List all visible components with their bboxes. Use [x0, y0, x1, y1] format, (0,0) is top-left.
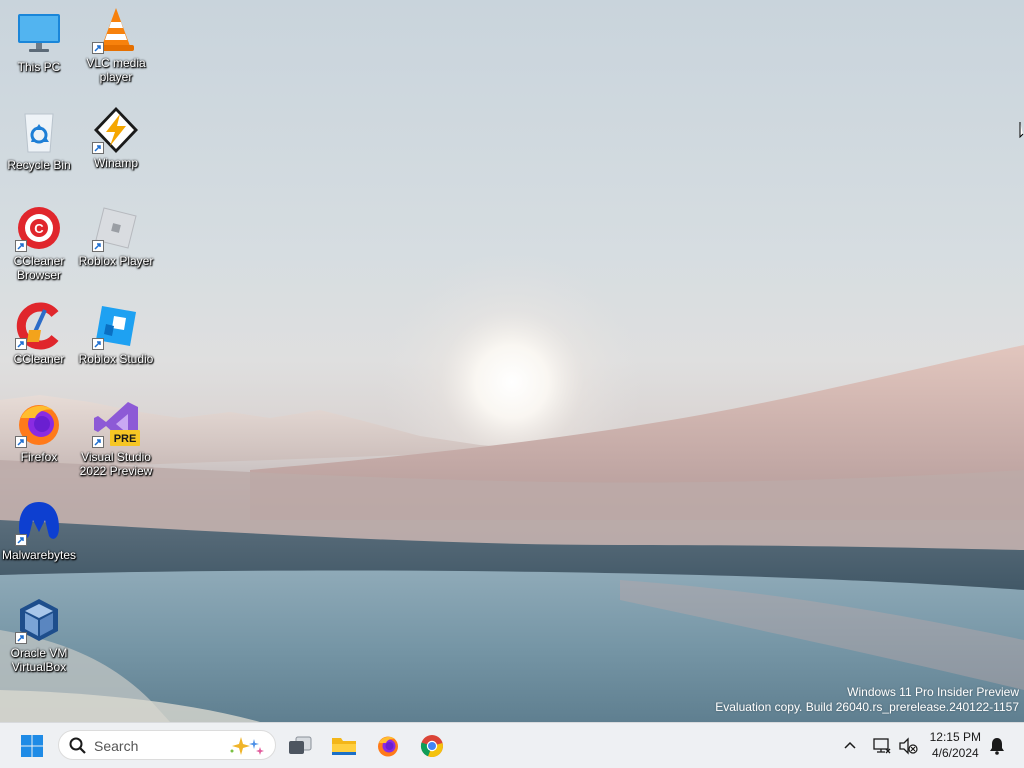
system-clock[interactable]: 12:15 PM 4/6/2024: [930, 729, 981, 761]
shortcut-arrow-icon: [92, 42, 104, 54]
roblox-studio-icon: [92, 302, 140, 350]
desktop-icon-ccleaner[interactable]: CCleaner: [0, 302, 78, 366]
mouse-cursor-icon: [1019, 122, 1024, 139]
folder-icon: [332, 738, 356, 755]
desktop-icon-malwarebytes[interactable]: Malwarebytes: [0, 498, 78, 562]
desktop-icon-label: Oracle VM VirtualBox: [10, 646, 68, 674]
firefox-icon: [15, 400, 63, 448]
desktop-icon-roblox-player[interactable]: Roblox Player: [77, 204, 155, 268]
start-button[interactable]: [14, 728, 50, 764]
ccleaner-icon: [15, 302, 63, 350]
malwarebytes-icon: [15, 498, 63, 546]
firefox-icon: [378, 736, 398, 757]
desktop-icon-label: Winamp: [93, 156, 138, 170]
taskbar: Search 12:15 PM 4/6/2024: [0, 722, 1024, 768]
desktop-icon-recycle-bin[interactable]: Recycle Bin: [0, 108, 78, 172]
search-placeholder: Search: [94, 738, 139, 754]
shortcut-arrow-icon: [15, 436, 27, 448]
shortcut-arrow-icon: [15, 632, 27, 644]
watermark-line-build: Evaluation copy. Build 26040.rs_prerelea…: [715, 700, 1019, 714]
shortcut-arrow-icon: [15, 338, 27, 350]
shortcut-arrow-icon: [92, 338, 104, 350]
shortcut-arrow-icon: [92, 240, 104, 252]
recycle-bin-icon: [15, 108, 63, 156]
visual-studio-icon: PRE: [92, 400, 140, 448]
network-disconnected-icon: [873, 738, 891, 754]
evaluation-watermark: Windows 11 Pro Insider Preview Evaluatio…: [715, 685, 1019, 715]
desktop-icon-this-pc[interactable]: This PC: [0, 10, 78, 74]
desktop-icon-label: Malwarebytes: [1, 548, 77, 562]
taskbar-chrome-button[interactable]: [414, 728, 450, 764]
monitor-icon: [15, 10, 63, 58]
chevron-up-icon: [844, 741, 856, 749]
desktop-icon-visual-studio[interactable]: PRE Visual Studio 2022 Preview: [77, 400, 155, 478]
desktop-icon-label: CCleaner Browser: [13, 254, 65, 282]
roblox-player-icon: [92, 204, 140, 252]
svg-text:C: C: [34, 221, 44, 236]
desktop-icon-winamp[interactable]: Winamp: [77, 106, 155, 170]
desktop-icon-label: This PC: [17, 60, 61, 74]
task-view-button[interactable]: [282, 728, 318, 764]
desktop-icon-label: VLC media player: [86, 56, 146, 84]
taskbar-search-box[interactable]: Search: [58, 730, 276, 760]
windows-logo-icon: [21, 735, 43, 757]
desktop-icon-ccleaner-browser[interactable]: C CCleaner Browser: [0, 204, 78, 282]
file-explorer-button[interactable]: [326, 728, 362, 764]
volume-muted-icon: [899, 737, 918, 755]
clock-time: 12:15 PM: [929, 730, 981, 744]
desktop-icon-virtualbox[interactable]: Oracle VM VirtualBox: [0, 596, 78, 674]
shortcut-arrow-icon: [92, 436, 104, 448]
taskbar-firefox-button[interactable]: [370, 728, 406, 764]
shortcut-arrow-icon: [92, 142, 104, 154]
clock-date: 4/6/2024: [931, 746, 979, 760]
virtualbox-cube-icon: [15, 596, 63, 644]
vlc-cone-icon: [92, 6, 140, 54]
desktop-icon-label: Roblox Studio: [78, 352, 154, 366]
desktop-icon-label: CCleaner: [13, 352, 65, 366]
desktop-icon-label: Visual Studio 2022 Preview: [79, 450, 153, 478]
shortcut-arrow-icon: [15, 534, 27, 546]
chrome-icon: [420, 735, 443, 758]
winamp-bolt-icon: [92, 106, 140, 154]
bell-icon: [990, 738, 1004, 755]
desktop-icon-roblox-studio[interactable]: Roblox Studio: [77, 302, 155, 366]
shortcut-arrow-icon: [15, 240, 27, 252]
volume-button[interactable]: [892, 728, 924, 764]
ccleaner-browser-icon: C: [15, 204, 63, 252]
desktop-icon-firefox[interactable]: Firefox: [0, 400, 78, 464]
desktop-icon-label: Recycle Bin: [7, 158, 71, 172]
desktop-icon-label: Firefox: [20, 450, 58, 464]
task-view-icon: [289, 736, 312, 754]
show-hidden-icons-button[interactable]: [834, 728, 866, 764]
desktop-icon-vlc[interactable]: VLC media player: [77, 6, 155, 84]
desktop-icon-label: Roblox Player: [78, 254, 154, 268]
pre-badge: PRE: [114, 433, 137, 445]
copilot-sparkle-icon: [227, 735, 267, 762]
watermark-line-edition: Windows 11 Pro Insider Preview: [847, 685, 1019, 699]
notifications-button[interactable]: [982, 728, 1012, 764]
search-icon: [69, 737, 87, 760]
